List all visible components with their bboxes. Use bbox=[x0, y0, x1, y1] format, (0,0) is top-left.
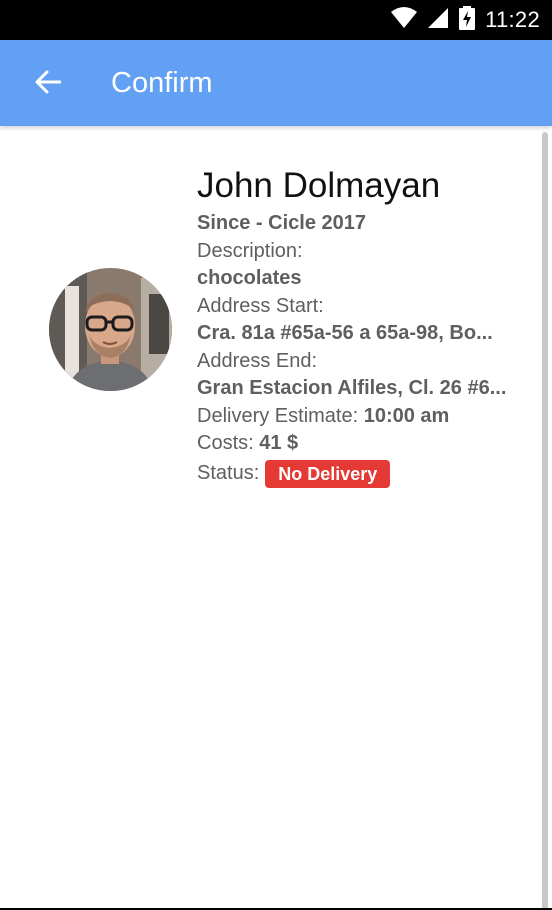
back-button[interactable] bbox=[30, 66, 66, 102]
costs-label: Costs: bbox=[197, 432, 260, 454]
delivery-estimate-row: Delivery Estimate: 10:00 am bbox=[197, 403, 507, 431]
delivery-details: John Dolmayan Since - Cicle 2017 Descrip… bbox=[197, 162, 507, 488]
status-label: Status: bbox=[197, 461, 260, 484]
app-bar: Confirm bbox=[0, 40, 552, 126]
address-start-value: Cra. 81a #65a-56 a 65a-98, Bo... bbox=[197, 322, 493, 344]
arrow-back-icon bbox=[35, 70, 62, 99]
page-title: Confirm bbox=[111, 67, 213, 99]
delivery-detail-content: John Dolmayan Since - Cicle 2017 Descrip… bbox=[0, 126, 552, 910]
status-badge: No Delivery bbox=[265, 459, 391, 488]
avatar bbox=[49, 268, 172, 391]
cell-signal-icon bbox=[427, 7, 449, 34]
scrollbar[interactable] bbox=[542, 132, 548, 910]
customer-name: John Dolmayan bbox=[197, 166, 441, 205]
clock-time: 11:22 bbox=[485, 7, 540, 32]
wifi-icon bbox=[391, 6, 418, 34]
address-end-label: Address End: bbox=[197, 349, 318, 372]
battery-charging-icon bbox=[459, 5, 476, 35]
address-start-label: Address Start: bbox=[197, 294, 324, 317]
costs-value: 41 $ bbox=[259, 432, 299, 454]
status-row: Status: No Delivery bbox=[197, 459, 507, 488]
delivery-estimate-label: Delivery Estimate: bbox=[197, 404, 364, 427]
address-end-value: Gran Estacion Alfiles, Cl. 26 #6... bbox=[197, 377, 507, 399]
member-since: Since - Cicle 2017 bbox=[197, 212, 366, 234]
status-bar: 11:22 bbox=[0, 0, 552, 40]
costs-row: Costs: 41 $ bbox=[197, 430, 507, 458]
delivery-estimate-value: 10:00 am bbox=[363, 404, 450, 427]
description-value: chocolates bbox=[197, 267, 302, 289]
description-label: Description: bbox=[197, 239, 303, 262]
